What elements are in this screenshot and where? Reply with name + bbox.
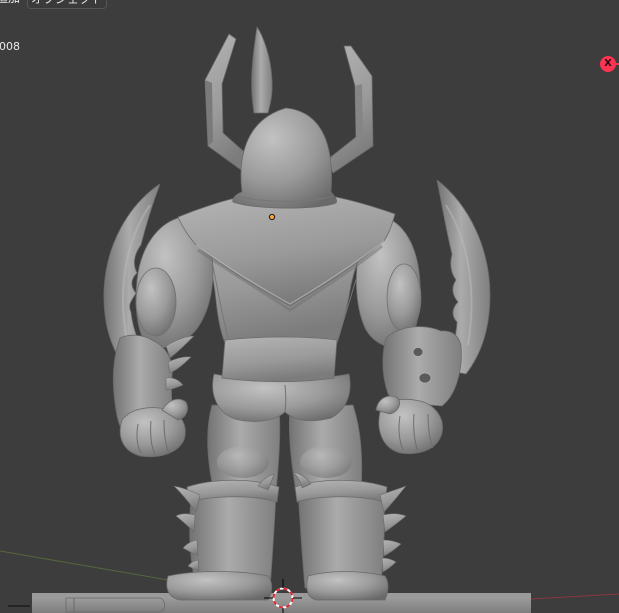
object-info-text: 008 [0,40,20,53]
viewport-scene[interactable] [0,0,619,613]
3d-viewport[interactable]: 追加 オブジェクト 008 [0,0,619,613]
left-foot [166,571,273,601]
left-forearm-spike [165,377,184,391]
left-boot-spike [175,513,196,533]
right-thumb [375,395,400,415]
right-boot-spike [382,539,402,557]
y-axis-line [0,550,169,581]
object-origin-icon [268,213,276,221]
right-bicep [386,263,422,333]
menu-add[interactable]: 追加 [0,0,20,7]
right-horn [326,45,374,174]
right-forearm-hole [418,372,432,384]
right-boot-spike [381,557,397,573]
right-foot [306,571,389,601]
right-forearm-hole [412,347,424,357]
rod-object[interactable] [65,597,166,613]
gizmo-x-axis-button[interactable]: X [600,56,616,72]
left-forearm-spike [167,356,192,374]
viewport-header-menus: 追加 オブジェクト [0,0,619,9]
x-axis-line [530,593,619,600]
left-bicep [135,267,177,337]
rod-body [65,597,166,613]
center-horn [251,26,273,114]
helmet [232,107,338,209]
viewport-header: 追加 オブジェクト [0,0,619,9]
character-model[interactable] [103,26,491,601]
right-boot-spike [382,513,407,533]
right-forearm [382,326,462,407]
right-knee [300,446,352,478]
gizmo-x-label: X [604,58,612,69]
right-horn-side-face [355,84,363,139]
waist-belt [221,336,338,383]
menu-object[interactable]: オブジェクト [27,0,107,9]
left-knee [217,446,269,478]
